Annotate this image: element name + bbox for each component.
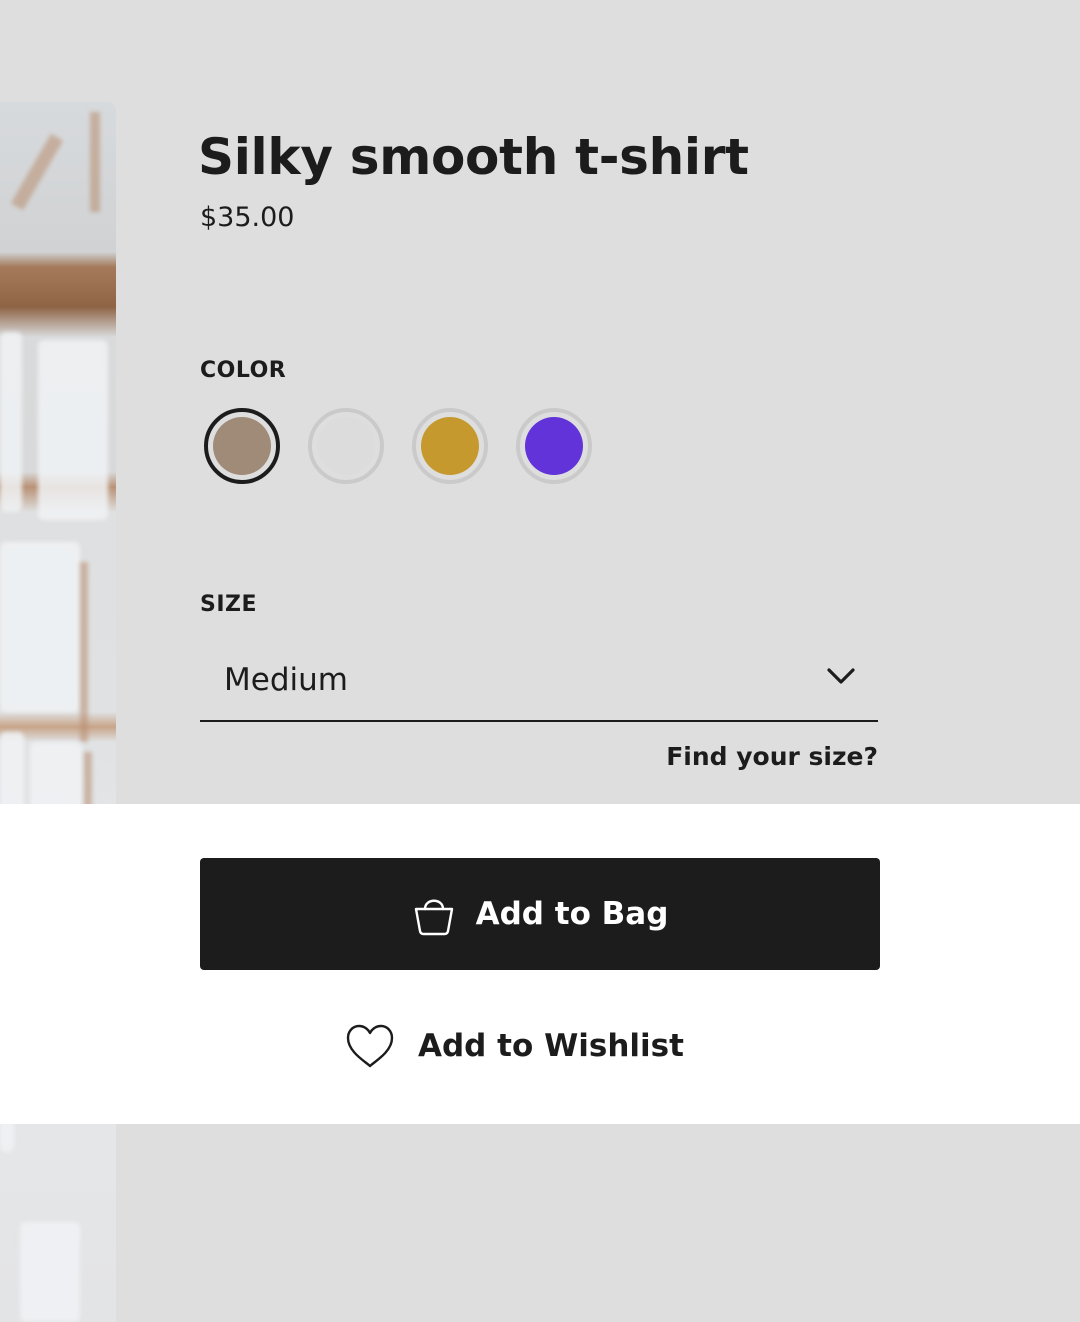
color-swatch-fill — [525, 417, 583, 475]
size-select[interactable]: Medium — [200, 640, 878, 722]
size-label: SIZE — [200, 592, 258, 617]
heart-icon — [346, 1024, 394, 1068]
color-swatch-mustard[interactable] — [412, 408, 488, 484]
shopping-bag-icon — [414, 899, 453, 936]
add-to-bag-button[interactable]: Add to Bag — [200, 858, 880, 970]
product-price: $35.00 — [200, 202, 295, 233]
color-swatches — [204, 408, 592, 484]
color-swatch-violet[interactable] — [516, 408, 592, 484]
size-select-value: Medium — [224, 662, 348, 698]
add-to-wishlist-label: Add to Wishlist — [418, 1028, 684, 1064]
chevron-down-icon — [827, 668, 855, 684]
color-swatch-fill — [421, 417, 479, 475]
color-swatch-taupe[interactable] — [204, 408, 280, 484]
color-swatch-fill — [213, 417, 271, 475]
add-to-wishlist-button[interactable]: Add to Wishlist — [344, 1018, 684, 1074]
color-swatch-fill — [317, 417, 375, 475]
find-your-size-link[interactable]: Find your size? — [666, 742, 878, 771]
color-label: COLOR — [200, 358, 287, 383]
image-overlay — [0, 804, 116, 1124]
color-swatch-light-gray[interactable] — [308, 408, 384, 484]
product-image — [0, 102, 116, 1322]
add-to-bag-label: Add to Bag — [475, 896, 669, 932]
product-title: Silky smooth t-shirt — [198, 128, 749, 186]
